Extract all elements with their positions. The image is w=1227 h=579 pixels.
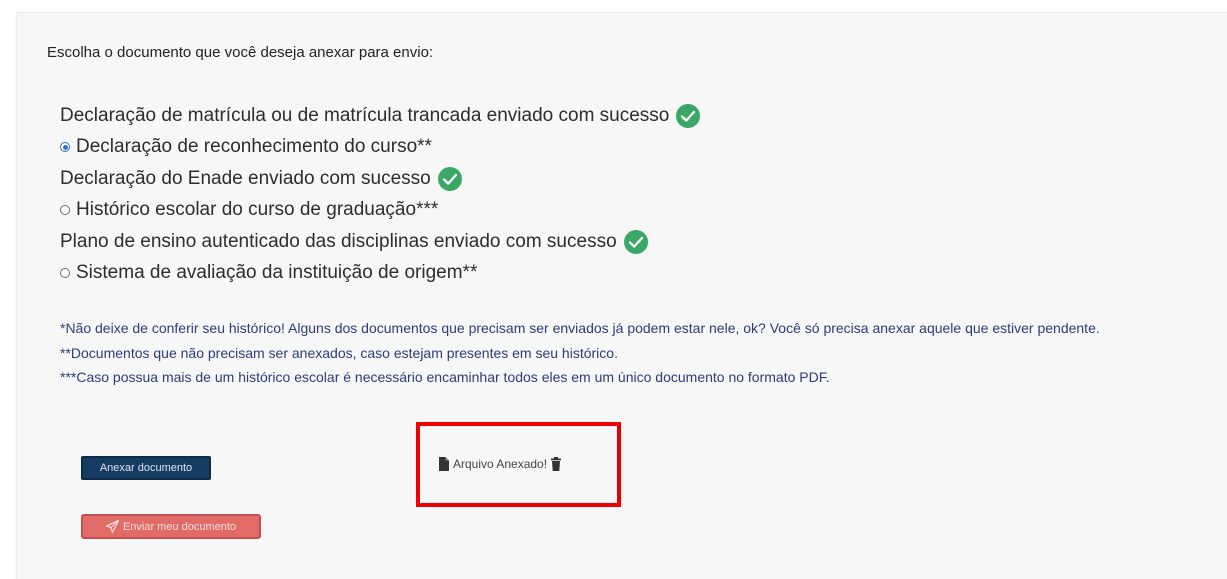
radio-historico[interactable]	[60, 205, 70, 216]
check-circle-icon	[675, 103, 701, 129]
option-matricula: Declaração de matrícula ou de matrícula …	[60, 100, 701, 132]
option-plano-ensino: Plano de ensino autenticado das discipli…	[60, 226, 701, 258]
option-label: Declaração de matrícula ou de matrícula …	[60, 104, 670, 126]
highlight-annotation-box	[416, 422, 621, 507]
instruction-text: Escolha o documento que você deseja anex…	[47, 44, 434, 61]
option-reconhecimento[interactable]: Declaração de reconhecimento do curso**	[60, 132, 701, 164]
document-options-list: Declaração de matrícula ou de matrícula …	[60, 100, 701, 289]
radio-reconhecimento[interactable]	[60, 142, 70, 153]
document-upload-panel	[16, 12, 1227, 579]
option-label: Declaração do Enade enviado com sucesso	[60, 167, 431, 189]
note-historico: *Não deixe de conferir seu histórico! Al…	[60, 320, 1100, 336]
option-label[interactable]: Declaração de reconhecimento do curso**	[76, 136, 432, 158]
paper-plane-icon	[105, 520, 119, 533]
option-enade: Declaração do Enade enviado com sucesso	[60, 163, 701, 195]
note-documentos: **Documentos que não precisam ser anexad…	[60, 344, 618, 361]
note-pdf: ***Caso possua mais de um histórico esco…	[60, 369, 830, 385]
notes: *Não deixe de conferir seu histórico! Al…	[60, 316, 1170, 390]
option-label[interactable]: Histórico escolar do curso de graduação*…	[76, 199, 438, 221]
page: Escolha o documento que você deseja anex…	[0, 0, 1227, 579]
send-document-button[interactable]: Enviar meu documento	[81, 514, 261, 539]
option-sistema-avaliacao[interactable]: Sistema de avaliação da instituição de o…	[60, 258, 701, 290]
check-circle-icon	[623, 229, 649, 255]
option-historico[interactable]: Histórico escolar do curso de graduação*…	[60, 195, 701, 227]
check-circle-icon	[437, 166, 463, 192]
attach-document-button[interactable]: Anexar documento	[81, 456, 211, 480]
send-button-label[interactable]: Enviar meu documento	[123, 521, 236, 533]
option-label: Plano de ensino autenticado das discipli…	[60, 230, 617, 252]
option-label[interactable]: Sistema de avaliação da instituição de o…	[76, 262, 477, 284]
radio-sistema-avaliacao[interactable]	[60, 268, 70, 279]
